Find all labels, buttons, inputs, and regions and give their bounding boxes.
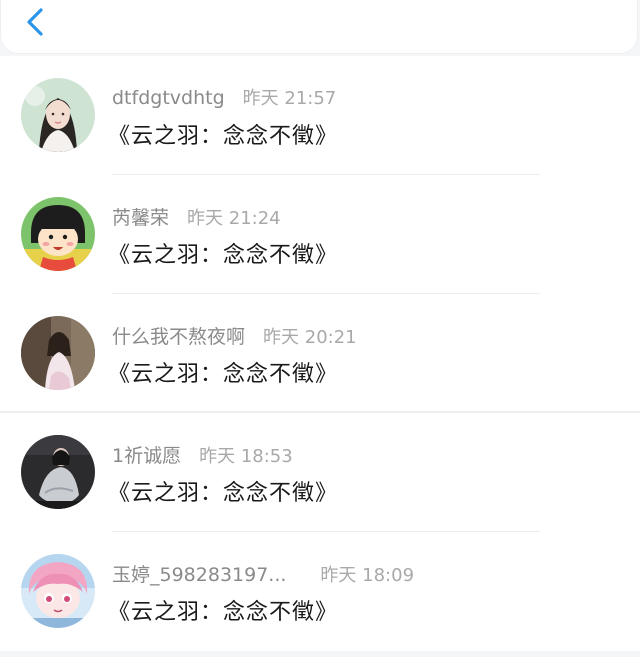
avatar[interactable]	[21, 435, 95, 509]
timestamp: 昨天 18:53	[199, 446, 293, 467]
list-item[interactable]: 玉婷_598283197... 昨天 18:09 《云之羽：念念不徵》	[0, 532, 640, 651]
username[interactable]: 玉婷_598283197...	[112, 560, 286, 587]
avatar[interactable]	[21, 78, 95, 152]
list-item[interactable]: 什么我不熬夜啊 昨天 20:21 《云之羽：念念不徵》	[0, 294, 640, 413]
list-item[interactable]: dtfdgtvdhtg 昨天 21:57 《云之羽：念念不徵》	[0, 56, 640, 175]
list-item[interactable]: 芮馨荣 昨天 21:24 《云之羽：念念不徵》	[0, 175, 640, 294]
avatar[interactable]	[21, 197, 95, 271]
comment-meta: 什么我不熬夜啊 昨天 20:21	[112, 322, 357, 348]
comment-list: dtfdgtvdhtg 昨天 21:57 《云之羽：念念不徵》 芮馨荣 昨天 2…	[0, 56, 640, 651]
comment-text: 《云之羽：念念不徵》	[108, 243, 339, 268]
chevron-left-icon	[27, 8, 43, 36]
list-item[interactable]: 1祈诚愿 昨天 18:53 《云之羽：念念不徵》	[0, 413, 640, 532]
back-button[interactable]	[19, 2, 53, 42]
comment-text: 《云之羽：念念不徵》	[108, 124, 339, 149]
username[interactable]: 什么我不熬夜啊	[112, 322, 245, 349]
comment-text: 《云之羽：念念不徵》	[108, 362, 339, 387]
comment-text: 《云之羽：念念不徵》	[108, 600, 339, 625]
username[interactable]: 芮馨荣	[112, 203, 169, 230]
avatar[interactable]	[21, 316, 95, 390]
comment-text: 《云之羽：念念不徵》	[108, 481, 339, 506]
comment-meta: 芮馨荣 昨天 21:24	[112, 203, 281, 229]
username[interactable]: 1祈诚愿	[112, 441, 181, 468]
timestamp: 昨天 21:57	[242, 88, 337, 109]
top-bar	[0, 0, 638, 54]
timestamp: 昨天 20:21	[263, 327, 357, 348]
comment-meta: dtfdgtvdhtg 昨天 21:57	[112, 84, 336, 110]
username[interactable]: dtfdgtvdhtg	[112, 87, 225, 109]
comment-meta: 玉婷_598283197... 昨天 18:09	[112, 560, 414, 586]
comment-meta: 1祈诚愿 昨天 18:53	[112, 441, 293, 467]
timestamp: 昨天 21:24	[187, 208, 281, 229]
timestamp: 昨天 18:09	[320, 565, 415, 586]
avatar[interactable]	[21, 554, 95, 628]
